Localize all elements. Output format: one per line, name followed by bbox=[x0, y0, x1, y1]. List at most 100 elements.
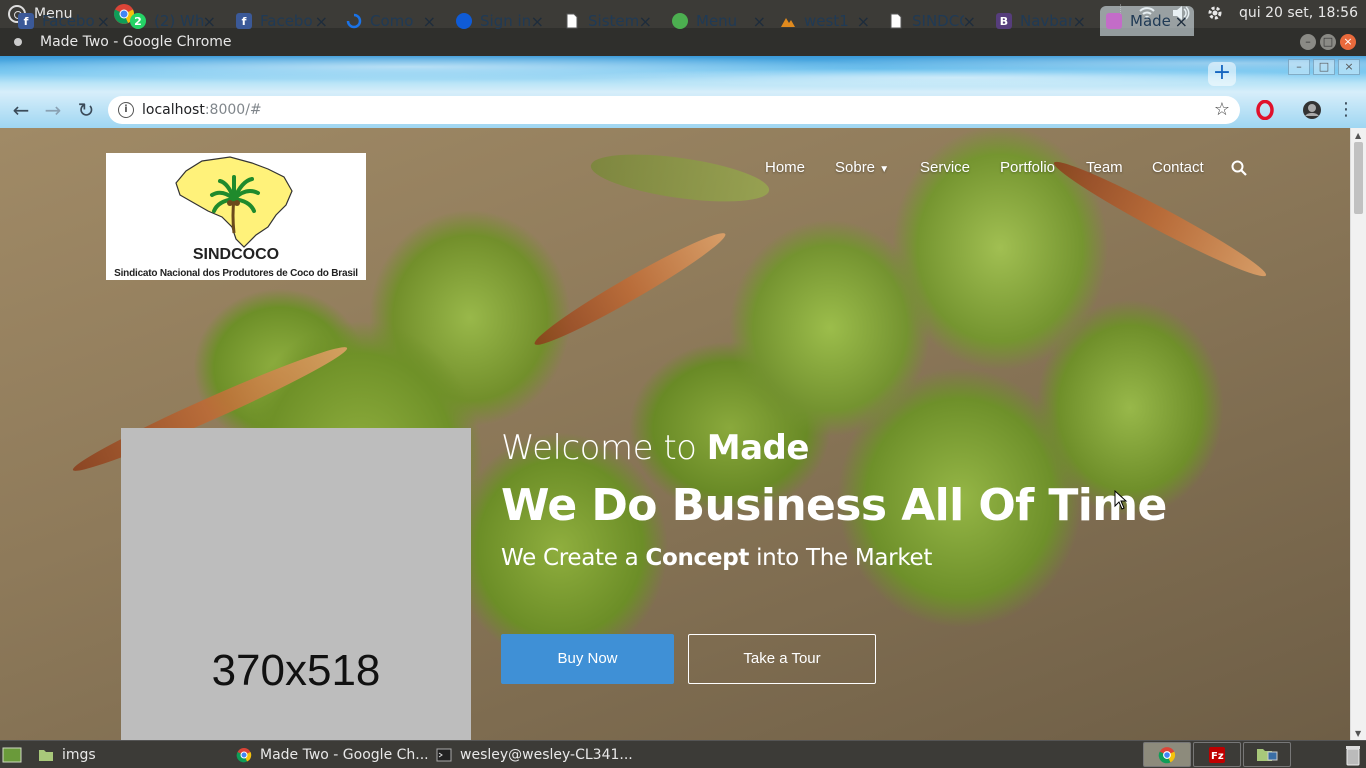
taskbar-item-terminal[interactable]: wesley@wesley-CL341... bbox=[436, 745, 633, 765]
tab-label: Como bbox=[370, 12, 414, 30]
take-a-tour-button[interactable]: Take a Tour bbox=[688, 634, 876, 684]
hero-tagline: We Create a Concept into The Market bbox=[501, 545, 932, 571]
os-clock[interactable]: qui 20 set, 18:56 bbox=[1239, 5, 1358, 21]
tab-label: Facebook bbox=[260, 12, 312, 30]
tab-made-active[interactable]: Made × bbox=[1100, 6, 1194, 36]
scroll-down-arrow-icon[interactable]: ▼ bbox=[1355, 729, 1361, 738]
tab-close-icon[interactable]: × bbox=[963, 12, 976, 31]
tab-facebook-2[interactable]: f Facebook × bbox=[236, 6, 328, 36]
url-host: localhost bbox=[142, 102, 205, 118]
back-arrow-icon[interactable]: ← bbox=[9, 98, 33, 122]
chrome-menu-icon[interactable]: ⋮ bbox=[1334, 98, 1358, 122]
taskbar-item-label: imgs bbox=[62, 747, 96, 763]
trash-icon[interactable] bbox=[1344, 744, 1362, 766]
tabstrip-maximize-button[interactable]: □ bbox=[1313, 59, 1335, 75]
tab-strip bbox=[0, 56, 1366, 92]
mouse-cursor-icon bbox=[1114, 490, 1128, 510]
tab-como[interactable]: Como × bbox=[346, 6, 436, 36]
nav-portfolio[interactable]: Portfolio bbox=[1000, 159, 1055, 176]
tabstrip-minimize-button[interactable]: – bbox=[1288, 59, 1310, 75]
scroll-thumb[interactable] bbox=[1354, 142, 1363, 214]
window-title: Made Two - Google Chrome bbox=[40, 34, 232, 50]
nav-service[interactable]: Service bbox=[920, 159, 970, 176]
hero-headline: We Do Business All Of Time bbox=[501, 480, 1167, 531]
taskbar-item-label: Made Two - Google Ch... bbox=[260, 747, 429, 763]
tab-sistema[interactable]: Sistema × bbox=[564, 6, 652, 36]
tab-facebook-1[interactable]: f Facebook × bbox=[18, 6, 110, 36]
tabstrip-window-controls: – □ × bbox=[1288, 59, 1360, 75]
taskbar-item-label: wesley@wesley-CL341... bbox=[460, 747, 633, 763]
tab-sindcoco[interactable]: SINDCOCO × bbox=[888, 6, 976, 36]
tab-close-icon[interactable]: × bbox=[857, 12, 870, 31]
hero-tag-suffix: into The Market bbox=[749, 545, 933, 571]
search-icon[interactable] bbox=[1230, 159, 1248, 177]
svg-text:Fz: Fz bbox=[1211, 751, 1224, 762]
opera-extension-icon[interactable] bbox=[1255, 100, 1275, 120]
sync-icon bbox=[346, 13, 362, 29]
mountain-icon bbox=[781, 18, 795, 27]
brazil-map-logo-icon bbox=[175, 156, 293, 248]
hero-tag-strong: Concept bbox=[645, 545, 750, 571]
site-logo[interactable]: SINDCOCO Sindicato Nacional dos Produtor… bbox=[106, 153, 366, 280]
tab-label: Facebook bbox=[42, 12, 94, 30]
facebook-icon: f bbox=[18, 13, 34, 29]
hero-tag-prefix: We Create a bbox=[501, 545, 646, 571]
caret-down-icon: ▼ bbox=[879, 164, 890, 175]
tab-west1[interactable]: west1 × bbox=[780, 6, 870, 36]
tab-label: west1 bbox=[804, 12, 849, 30]
nav-sobre[interactable]: Sobre ▼ bbox=[835, 159, 889, 176]
tab-close-icon[interactable]: × bbox=[423, 12, 436, 31]
logo-subtitle: Sindicato Nacional dos Produtores de Coc… bbox=[114, 268, 358, 279]
puzzle-icon bbox=[672, 13, 688, 29]
scroll-up-arrow-icon[interactable]: ▲ bbox=[1355, 131, 1361, 140]
page-scrollbar[interactable]: ▲ ▼ bbox=[1350, 128, 1366, 740]
hero-welcome-prefix: Welcome to bbox=[501, 428, 707, 468]
nav-contact[interactable]: Contact bbox=[1152, 159, 1204, 176]
tab-label: Menu bbox=[696, 12, 738, 30]
taskbar-item-imgs[interactable]: imgs bbox=[38, 745, 96, 765]
filezilla-icon: Fz bbox=[1209, 746, 1225, 763]
tab-close-icon[interactable]: × bbox=[531, 12, 544, 31]
hero-welcome: Welcome to Made bbox=[501, 428, 809, 468]
tray-files-button[interactable] bbox=[1243, 742, 1291, 767]
site-info-icon[interactable]: i bbox=[118, 102, 134, 118]
show-desktop-icon[interactable] bbox=[2, 747, 22, 763]
tab-close-icon[interactable]: × bbox=[753, 12, 766, 31]
chrome-icon bbox=[236, 748, 252, 763]
tabstrip-close-button[interactable]: × bbox=[1338, 59, 1360, 75]
user-avatar-icon[interactable] bbox=[1302, 100, 1322, 120]
hero-placeholder-image: 370x518 bbox=[121, 428, 471, 740]
new-tab-button[interactable]: + bbox=[1208, 62, 1236, 86]
tab-sign-in[interactable]: Sign in × bbox=[456, 6, 544, 36]
address-bar[interactable]: i localhost:8000/# ☆ bbox=[108, 96, 1240, 124]
tab-navbar[interactable]: B Navbar × bbox=[996, 6, 1086, 36]
address-url[interactable]: localhost:8000/# bbox=[142, 102, 262, 118]
buy-now-button[interactable]: Buy Now bbox=[501, 634, 674, 684]
taskbar-item-chrome[interactable]: Made Two - Google Ch... bbox=[236, 745, 429, 765]
window-close-button[interactable]: × bbox=[1340, 34, 1356, 50]
window-maximize-button[interactable]: □ bbox=[1320, 34, 1336, 50]
tab-close-icon[interactable]: × bbox=[315, 12, 328, 31]
tab-close-icon[interactable]: × bbox=[97, 12, 110, 31]
tray-filezilla-button[interactable]: Fz bbox=[1193, 742, 1241, 767]
nav-home[interactable]: Home bbox=[765, 159, 805, 176]
reload-icon[interactable]: ↻ bbox=[74, 98, 98, 122]
tab-whatsapp[interactable]: 2 (2) WhatsApp × bbox=[130, 6, 216, 36]
tab-menu[interactable]: Menu × bbox=[672, 6, 766, 36]
nav-team[interactable]: Team bbox=[1086, 159, 1123, 176]
window-menu-dot-icon[interactable] bbox=[14, 38, 22, 46]
whatsapp-icon: 2 bbox=[130, 13, 146, 29]
tab-close-icon[interactable]: × bbox=[203, 12, 216, 31]
tab-close-icon[interactable]: × bbox=[639, 12, 652, 31]
window-minimize-button[interactable]: – bbox=[1300, 34, 1316, 50]
settings-gear-icon[interactable] bbox=[1205, 4, 1225, 22]
hero-welcome-brand: Made bbox=[706, 428, 810, 468]
forward-arrow-icon[interactable]: → bbox=[41, 98, 65, 122]
tray-chrome-button[interactable] bbox=[1143, 742, 1191, 767]
bookmark-star-icon[interactable]: ☆ bbox=[1214, 99, 1230, 120]
tab-label: SINDCOCO bbox=[912, 12, 964, 30]
tab-close-icon[interactable]: × bbox=[1073, 12, 1086, 31]
os-taskbar: imgs Made Two - Google Ch... wesley@wesl… bbox=[0, 740, 1366, 768]
tab-close-icon[interactable]: × bbox=[1175, 12, 1188, 31]
bootstrap-icon: B bbox=[996, 13, 1012, 29]
